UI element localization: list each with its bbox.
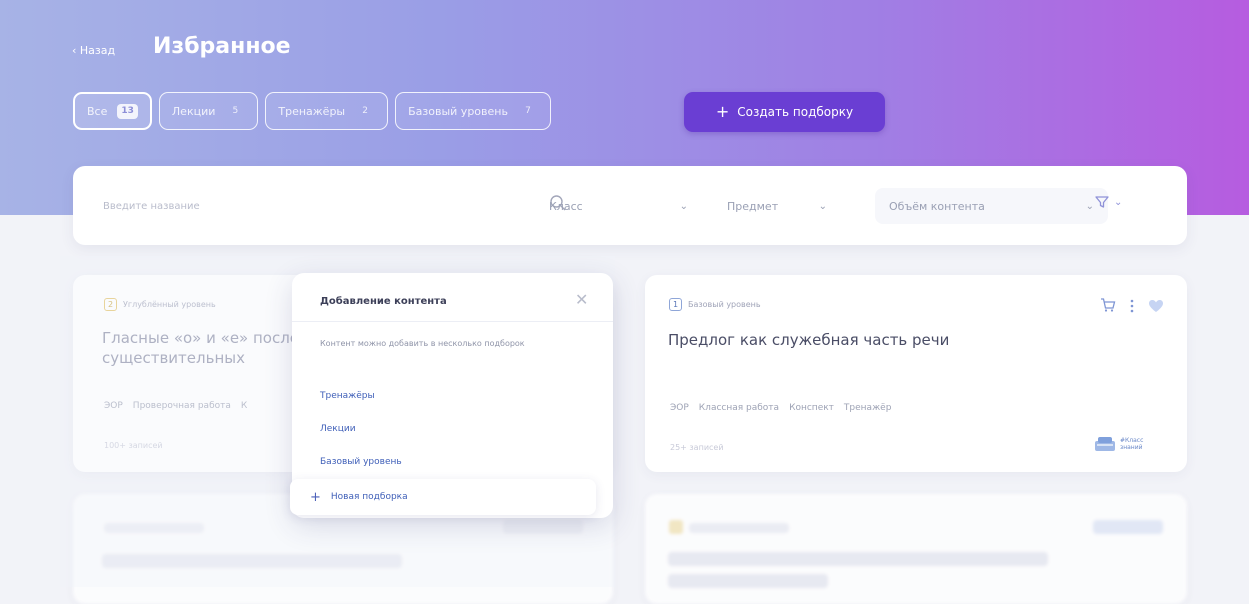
create-collection-button[interactable]: + Создать подборку [684,92,885,132]
card-title[interactable]: Предлог как служебная часть речи [668,330,949,350]
collection-option-trainers[interactable]: Тренажёры [320,391,375,401]
volume-select[interactable]: Объём контента ⌄ [875,188,1108,224]
level-number: 1 [669,298,682,311]
plus-icon: + [310,489,321,505]
level-label: Базовый уровень [688,300,761,309]
collection-option-basic-level[interactable]: Базовый уровень [320,457,402,467]
tag: ЭОР [670,403,689,413]
placeholder-line [668,574,828,588]
new-collection-label: Новая подборка [330,492,408,502]
provider-logo: #Класс знаний [1094,436,1143,452]
more-options-icon[interactable] [1130,298,1134,317]
chevron-down-icon: ⌄ [1085,200,1094,212]
collection-option-lectures[interactable]: Лекции [320,424,356,434]
subject-select-label: Предмет [727,199,779,213]
plus-icon: + [715,102,730,121]
close-icon[interactable]: ✕ [575,290,588,309]
tab-basic-level[interactable]: Базовый уровень 7 [395,92,551,130]
logo-text-line: знаний [1120,444,1143,451]
back-link[interactable]: ‹ Назад [72,44,115,57]
tag: Конспект [789,403,834,413]
tab-lectures[interactable]: Лекции 5 [158,92,259,130]
collection-tabs: Все 13 Лекции 5 Тренажёры 2 Базовый уров… [73,92,551,130]
create-collection-label: Создать подборку [737,105,854,119]
favorite-icon[interactable] [1148,298,1164,317]
tab-label: Тренажёры [278,104,346,118]
placeholder-line [668,552,1048,566]
page-title: Избранное [153,34,291,59]
tag: Тренажёр [843,403,892,413]
class-select[interactable]: Класс ⌄ [535,188,702,224]
filter-icon[interactable]: ⌄ [1094,194,1122,210]
chevron-down-icon: ⌄ [818,200,827,212]
tab-label: Все [87,104,108,118]
chevron-down-icon: ⌄ [679,200,688,212]
logo-text: #Класс знаний [1120,437,1143,451]
tab-count: 2 [362,106,368,116]
popup-title: Добавление контента [320,296,447,307]
tab-count: 5 [232,106,239,116]
tab-trainers[interactable]: Тренажёры 2 [265,92,389,130]
tab-count: 7 [525,106,531,116]
class-select-label: Класс [549,199,583,213]
tab-label: Лекции [171,104,216,118]
divider [292,321,613,322]
filter-bar: Введите название Класс ⌄ Предмет ⌄ Объём… [73,166,1187,245]
tab-label: Базовый уровень [408,104,508,118]
cart-icon[interactable] [1100,297,1116,317]
content-card[interactable]: 1 Базовый уровень Предлог как служебная … [645,275,1187,472]
records-count: 25+ записей [670,443,724,452]
volume-select-label: Объём контента [889,199,985,213]
card-actions [1100,297,1164,317]
popup-description: Контент можно добавить в несколько подбо… [320,339,525,348]
tab-all[interactable]: Все 13 [73,92,152,130]
placeholder-badge [669,520,683,534]
chevron-down-icon: ⌄ [1114,196,1123,208]
search-input[interactable]: Введите название [103,201,200,212]
card-tags: ЭОР Классная работа Конспект Тренажёр [670,403,891,413]
content-card[interactable] [645,494,1187,604]
tab-count: 13 [117,103,138,119]
new-collection-button[interactable]: + Новая подборка [290,479,596,515]
logo-text-line: #Класс [1120,437,1144,444]
subject-select[interactable]: Предмет ⌄ [713,188,841,224]
placeholder-line [689,523,789,533]
add-content-popup: Добавление контента ✕ Контент можно доба… [290,273,613,518]
placeholder-line [1093,520,1163,534]
level-badge: 1 Базовый уровень [669,298,761,311]
tag: Классная работа [698,403,780,413]
